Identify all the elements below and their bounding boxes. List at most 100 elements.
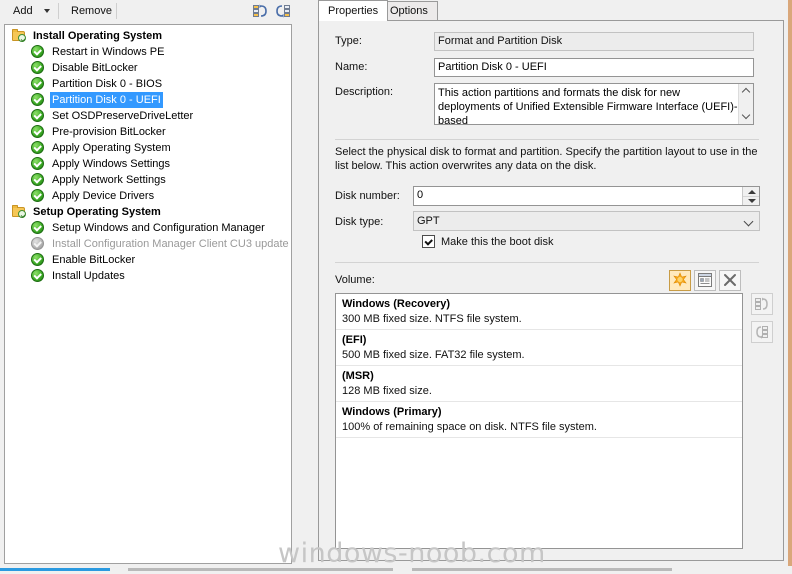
move-down-icon[interactable] <box>751 321 773 343</box>
folder-check-icon <box>12 205 26 219</box>
tree-root: Install Operating System Restart in Wind… <box>5 28 291 284</box>
tree-item-label: Enable BitLocker <box>52 254 136 266</box>
tree-item-enable-bitlocker[interactable]: Enable BitLocker <box>5 252 291 268</box>
task-sequence-editor-window: Add Remove Install Operating System Rest… <box>0 0 792 574</box>
bottom-accent-bar <box>0 568 110 571</box>
make-boot-disk-checkbox[interactable] <box>422 235 435 248</box>
add-button[interactable]: Add <box>6 3 40 20</box>
type-value: Format and Partition Disk <box>434 32 754 51</box>
scroll-up-icon[interactable] <box>739 84 753 100</box>
tree-item-label: Restart in Windows PE <box>52 46 165 58</box>
chevron-down-icon <box>743 216 754 227</box>
task-sequence-tree[interactable]: Install Operating System Restart in Wind… <box>4 24 292 564</box>
tree-item-apply-device-drivers[interactable]: Apply Device Drivers <box>5 188 291 204</box>
tree-item-label: Partition Disk 0 - BIOS <box>52 78 163 90</box>
tree-item-setup-windows-and-configuration-manager[interactable]: Setup Windows and Configuration Manager <box>5 220 291 236</box>
tree-item-label: Apply Network Settings <box>52 174 166 186</box>
window-bottom-bar <box>0 566 792 574</box>
tree-group-setup-operating-system[interactable]: Setup Operating System <box>5 204 291 220</box>
tree-item-restart-in-windows-pe[interactable]: Restart in Windows PE <box>5 44 291 60</box>
description-scrollbar[interactable] <box>738 84 753 124</box>
tree-group-label: Setup Operating System <box>33 206 161 218</box>
tab-options-label: Options <box>390 5 428 17</box>
volume-list[interactable]: Windows (Recovery) 300 MB fixed size. NT… <box>335 293 743 549</box>
remove-button-label: Remove <box>71 5 112 17</box>
toolbar-separator-1 <box>58 3 59 19</box>
bottom-button-ghost-2[interactable] <box>412 568 672 571</box>
tree-item-label: Pre-provision BitLocker <box>52 126 166 138</box>
volume-properties-icon[interactable] <box>694 270 716 291</box>
window-right-edge-inner <box>786 0 788 574</box>
tree-item-label: Apply Windows Settings <box>52 158 170 170</box>
move-up-icon[interactable] <box>751 293 773 315</box>
enabled-check-icon <box>31 189 45 203</box>
disk-number-label: Disk number: <box>335 190 400 202</box>
disk-number-stepper[interactable] <box>742 187 759 205</box>
volume-list-item[interactable]: Windows (Recovery) 300 MB fixed size. NT… <box>336 294 742 330</box>
tree-item-partition-disk-0-uefi[interactable]: Partition Disk 0 - UEFI <box>5 92 291 108</box>
step-details-pane: Properties Options Type: Format and Part… <box>304 0 784 566</box>
divider-2 <box>335 262 759 263</box>
volume-title: (EFI) <box>342 334 367 346</box>
new-volume-icon[interactable] <box>669 270 691 291</box>
tree-item-label-selected: Partition Disk 0 - UEFI <box>50 92 163 108</box>
stepper-down-button[interactable] <box>743 196 759 205</box>
volume-subtitle: 128 MB fixed size. <box>342 385 432 397</box>
name-input[interactable]: Partition Disk 0 - UEFI <box>434 58 754 77</box>
enabled-check-icon <box>31 77 45 91</box>
volume-list-item[interactable]: Windows (Primary) 100% of remaining spac… <box>336 402 742 438</box>
make-boot-disk-label: Make this the boot disk <box>441 236 554 248</box>
expand-tree-icon[interactable] <box>274 3 292 20</box>
tree-item-label: Apply Operating System <box>52 142 171 154</box>
enabled-check-icon <box>31 221 45 235</box>
help-text: Select the physical disk to format and p… <box>335 146 758 172</box>
volume-list-item[interactable]: (EFI) 500 MB fixed size. FAT32 file syst… <box>336 330 742 366</box>
volume-list-item[interactable]: (MSR) 128 MB fixed size. <box>336 366 742 402</box>
disk-type-select[interactable]: GPT <box>413 211 760 231</box>
enabled-check-icon <box>31 253 45 267</box>
remove-button[interactable]: Remove <box>64 3 119 20</box>
tree-item-apply-operating-system[interactable]: Apply Operating System <box>5 140 291 156</box>
tree-item-partition-disk-0-bios[interactable]: Partition Disk 0 - BIOS <box>5 76 291 92</box>
volume-subtitle: 500 MB fixed size. FAT32 file system. <box>342 349 525 361</box>
enabled-check-icon <box>31 125 45 139</box>
add-button-label: Add <box>13 5 33 17</box>
tab-properties-label: Properties <box>328 5 379 17</box>
tree-item-pre-provision-bitlocker[interactable]: Pre-provision BitLocker <box>5 124 291 140</box>
tree-group-label: Install Operating System <box>33 30 162 42</box>
tree-item-set-osdpreservedriveletter[interactable]: Set OSDPreserveDriveLetter <box>5 108 291 124</box>
divider-1 <box>335 139 759 140</box>
volume-subtitle: 300 MB fixed size. NTFS file system. <box>342 313 522 325</box>
tree-item-label-disabled: Install Configuration Manager Client CU3… <box>52 238 289 250</box>
tab-properties[interactable]: Properties <box>318 0 389 21</box>
tree-item-label: Setup Windows and Configuration Manager <box>52 222 265 234</box>
enabled-check-icon <box>31 141 45 155</box>
enabled-check-icon <box>31 61 45 75</box>
name-label: Name: <box>335 61 368 73</box>
tree-item-install-configuration-manager-client-cu3-update[interactable]: Install Configuration Manager Client CU3… <box>5 236 291 252</box>
volume-label: Volume: <box>335 274 375 286</box>
disk-number-input[interactable]: 0 <box>413 186 760 206</box>
toolbar-separator-2 <box>116 3 117 19</box>
collapse-tree-icon[interactable] <box>252 3 270 20</box>
bottom-button-ghost-1[interactable] <box>128 568 393 571</box>
scroll-down-icon[interactable] <box>739 108 753 124</box>
folder-check-icon <box>12 29 26 43</box>
task-sequence-tree-pane: Add Remove Install Operating System Rest… <box>0 0 300 566</box>
tree-item-apply-windows-settings[interactable]: Apply Windows Settings <box>5 156 291 172</box>
type-label: Type: <box>335 35 362 47</box>
tab-options[interactable]: Options <box>380 1 438 20</box>
tree-item-disable-bitlocker[interactable]: Disable BitLocker <box>5 60 291 76</box>
tree-item-apply-network-settings[interactable]: Apply Network Settings <box>5 172 291 188</box>
volume-title: Windows (Recovery) <box>342 298 451 310</box>
tree-item-label: Apply Device Drivers <box>52 190 155 202</box>
delete-volume-icon[interactable] <box>719 270 741 291</box>
description-textarea[interactable]: This action partitions and formats the d… <box>434 83 754 125</box>
enabled-check-icon <box>31 45 45 59</box>
tree-item-install-updates[interactable]: Install Updates <box>5 268 291 284</box>
tree-item-label: Disable BitLocker <box>52 62 138 74</box>
site-watermark: windows-noob.com <box>278 538 546 569</box>
tree-group-install-operating-system[interactable]: Install Operating System <box>5 28 291 44</box>
enabled-check-icon <box>31 93 45 107</box>
add-dropdown-caret-icon[interactable] <box>44 9 50 13</box>
